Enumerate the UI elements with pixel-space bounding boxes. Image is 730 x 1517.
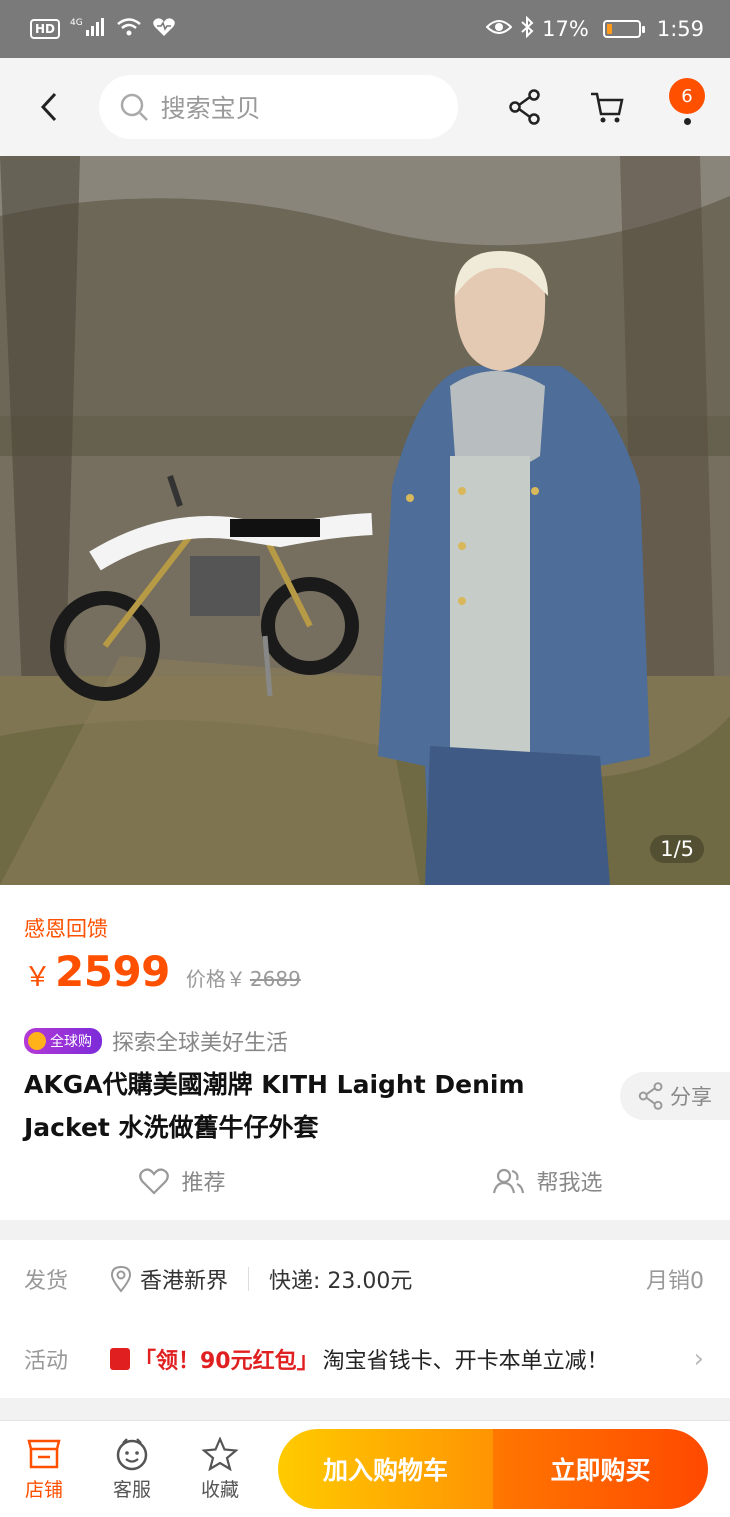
status-right: 17% 1:59 — [485, 15, 704, 43]
store-icon — [27, 1439, 61, 1468]
customer-service-icon — [116, 1437, 148, 1470]
cart-nav-button[interactable] — [566, 58, 648, 156]
search-icon — [120, 93, 148, 121]
search-input[interactable]: 搜索宝贝 — [98, 75, 458, 139]
promo-title: 感恩回馈 — [24, 917, 108, 941]
back-arrow-icon — [41, 92, 57, 122]
red-packet-label: 「领！90元红包」 — [134, 1349, 319, 1374]
currency-symbol: ￥ — [24, 962, 51, 993]
original-price-label: 价格￥ — [185, 967, 246, 991]
more-dot-icon — [684, 118, 691, 125]
product-info-card: 感恩回馈 ￥ 2599 价格￥ 2689 全球购 探索全球美好生活 AKGA代購… — [0, 885, 730, 1220]
battery-icon — [602, 20, 645, 38]
hd-badge: HD — [30, 19, 61, 39]
status-bar: HD 4G 17% 1:59 — [0, 0, 730, 58]
divider — [248, 1267, 250, 1291]
star-icon — [202, 1436, 238, 1471]
monthly-sales: 月销0 — [646, 1269, 704, 1294]
current-price: 2599 — [55, 947, 170, 996]
activity-row[interactable]: 活动 「领！90元红包」 淘宝省钱卡、开卡本单立减！ › — [24, 1320, 704, 1398]
eye-icon — [485, 17, 513, 41]
status-left: HD 4G — [30, 16, 486, 43]
wifi-icon — [116, 17, 142, 42]
global-purchase-row: 全球购 探索全球美好生活 — [24, 1025, 288, 1057]
help-choose-button[interactable]: 帮我选 — [365, 1165, 730, 1197]
cart-count-badge: 6 — [669, 78, 705, 114]
back-button[interactable] — [0, 58, 99, 156]
cart-icon — [591, 92, 624, 123]
shipping-label: 发货 — [24, 1269, 69, 1294]
store-label: 店铺 — [24, 1478, 63, 1501]
location-pin-icon — [110, 1265, 132, 1293]
product-photo-illustration — [0, 156, 730, 885]
buy-now-button[interactable]: 立即购买 — [493, 1429, 708, 1509]
recommend-label: 推荐 — [181, 1171, 226, 1196]
product-image[interactable]: 1/5 — [0, 156, 730, 885]
share-icon — [638, 1082, 663, 1110]
recommend-button[interactable]: 推荐 — [0, 1165, 365, 1197]
help-choose-label: 帮我选 — [536, 1171, 603, 1196]
bottom-action-bar: 店铺 客服 收藏 加入购物车 立即购买 — [0, 1420, 730, 1517]
battery-percent: 17% — [542, 17, 589, 41]
network-signal-icon: 4G — [70, 16, 106, 43]
add-to-cart-button[interactable]: 加入购物车 — [278, 1429, 493, 1509]
global-slogan: 探索全球美好生活 — [112, 1031, 289, 1056]
more-menu-button[interactable]: 6 — [648, 58, 730, 156]
shipping-card: 发货 香港新界 快递: 23.00元 月销0 活动 「领！90元红包」 淘宝省钱… — [0, 1240, 730, 1398]
favorite-tab[interactable]: 收藏 — [176, 1421, 264, 1517]
ship-from-location: 香港新界 — [140, 1269, 229, 1294]
service-label: 客服 — [112, 1478, 151, 1501]
share-icon — [509, 89, 540, 125]
original-price: 2689 — [249, 967, 301, 991]
purchase-buttons: 加入购物车 立即购买 — [278, 1429, 708, 1509]
network-type: 4G — [70, 18, 83, 28]
red-packet-tag: 「领！90元红包」 — [110, 1343, 319, 1375]
activity-description: 淘宝省钱卡、开卡本单立减！ — [322, 1349, 609, 1374]
search-placeholder: 搜索宝贝 — [160, 94, 261, 123]
gift-icon — [110, 1348, 130, 1370]
service-tab[interactable]: 客服 — [88, 1421, 176, 1517]
top-nav: 搜索宝贝 6 — [0, 58, 730, 156]
store-tab[interactable]: 店铺 — [0, 1421, 88, 1517]
share-label: 分享 — [670, 1085, 712, 1109]
favorite-label: 收藏 — [200, 1478, 239, 1501]
heart-icon — [139, 1168, 170, 1195]
bluetooth-icon — [520, 15, 534, 43]
shipping-fee: 快递: 23.00元 — [269, 1269, 413, 1294]
chevron-right-icon: › — [693, 1344, 704, 1374]
global-badge-icon — [28, 1032, 46, 1050]
product-title: AKGA代購美國潮牌 KITH Laight Denim Jacket 水洗做舊… — [24, 1070, 525, 1142]
people-icon — [493, 1168, 525, 1194]
image-page-indicator: 1/5 — [650, 835, 704, 863]
action-row: 推荐 帮我选 — [0, 1165, 730, 1197]
health-icon — [152, 17, 176, 42]
global-purchase-badge: 全球购 — [24, 1028, 102, 1054]
share-button[interactable]: 分享 — [620, 1072, 730, 1120]
global-badge-label: 全球购 — [50, 1034, 92, 1050]
nav-icons: 6 — [484, 58, 730, 156]
shipping-row[interactable]: 发货 香港新界 快递: 23.00元 月销0 — [24, 1240, 704, 1318]
share-nav-button[interactable] — [484, 58, 566, 156]
price-row: ￥ 2599 价格￥ 2689 — [24, 947, 301, 996]
clock: 1:59 — [656, 17, 704, 41]
activity-label: 活动 — [24, 1349, 69, 1374]
battery-fill — [606, 24, 612, 34]
